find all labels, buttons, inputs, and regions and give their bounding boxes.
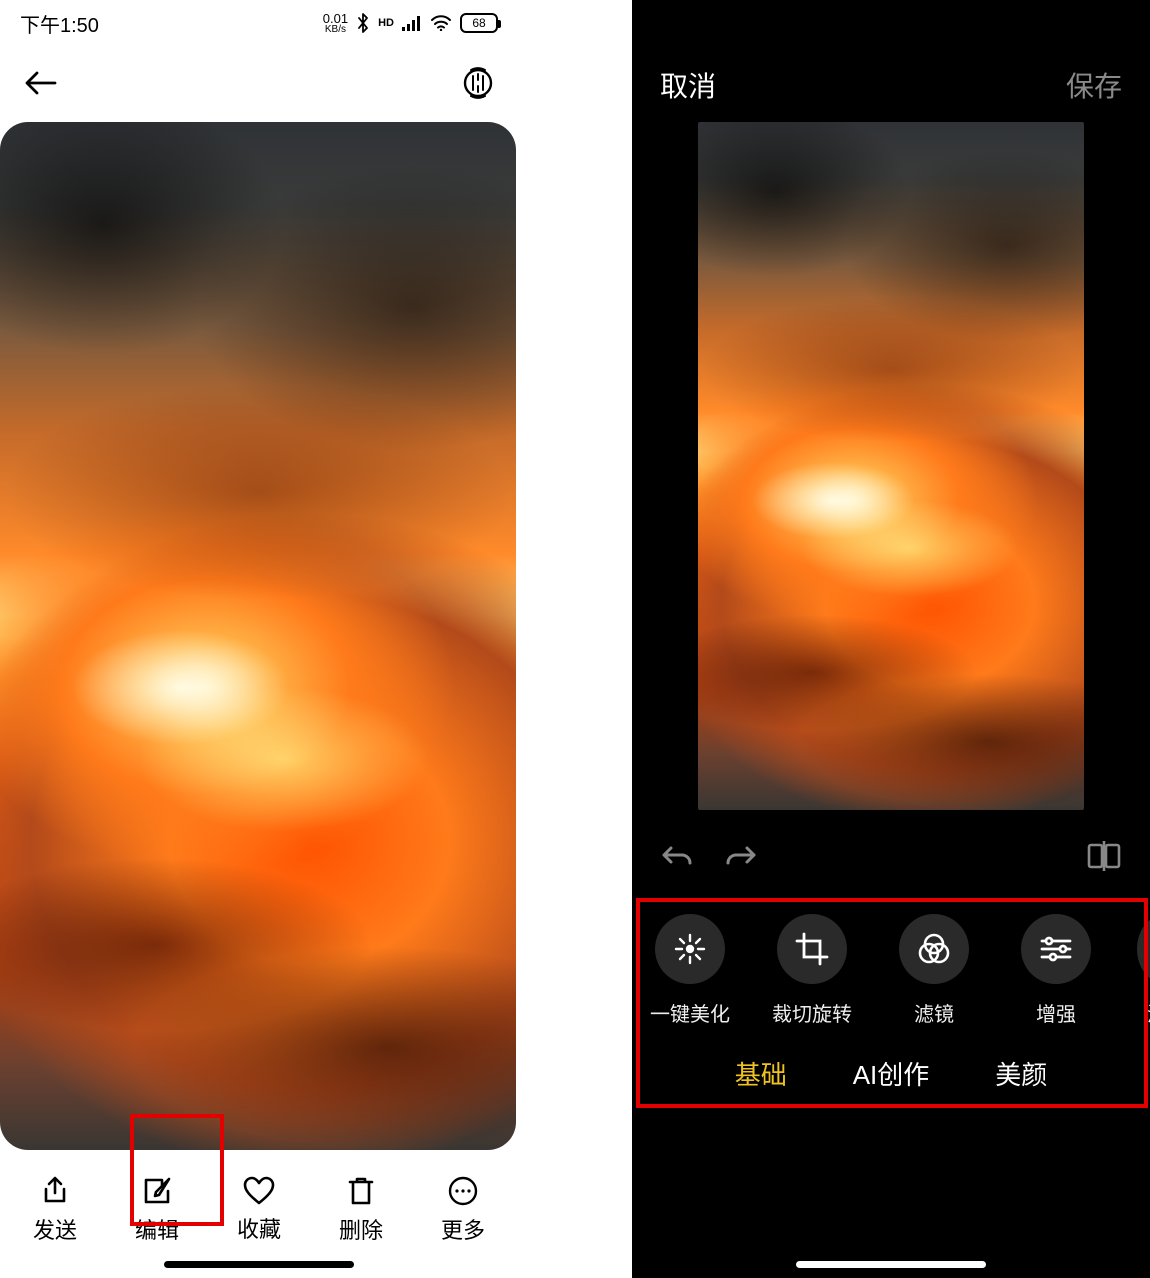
- edit-label: 编辑: [135, 1213, 179, 1245]
- delete-label: 删除: [339, 1213, 383, 1245]
- send-button[interactable]: 发送: [10, 1175, 100, 1245]
- status-right: 0.01 KB/s HD: [323, 12, 498, 35]
- filter-icon: [916, 932, 952, 966]
- send-label: 发送: [33, 1213, 77, 1245]
- share-icon: [39, 1175, 71, 1207]
- trash-icon: [346, 1175, 376, 1207]
- crop-icon: [795, 932, 829, 966]
- compare-button[interactable]: [1086, 841, 1122, 871]
- tool-filter[interactable]: 滤镜: [886, 914, 982, 1027]
- back-button[interactable]: [18, 61, 62, 105]
- bluetooth-icon: [356, 13, 370, 33]
- tool-label: 裁切旋转: [772, 998, 852, 1027]
- tool-label: 一键美化: [650, 998, 730, 1027]
- tab-ai[interactable]: AI创作: [853, 1055, 930, 1092]
- home-indicator[interactable]: [164, 1261, 354, 1268]
- tool-auto-enhance[interactable]: 一键美化: [642, 914, 738, 1027]
- tool-doodle[interactable]: 涂鸦: [1130, 914, 1150, 1027]
- tab-basic[interactable]: 基础: [735, 1055, 787, 1092]
- tools-row[interactable]: 一键美化 裁切旋转: [632, 896, 1150, 1027]
- status-time: 下午1:50: [20, 9, 99, 38]
- undo-button[interactable]: [660, 842, 694, 870]
- spacer: [518, 0, 632, 1278]
- bottom-action-bar: 发送 编辑 收藏 删除: [0, 1150, 518, 1278]
- photo-main[interactable]: [0, 122, 516, 1150]
- network-speed: 0.01 KB/s: [323, 12, 348, 35]
- tool-crop-rotate[interactable]: 裁切旋转: [764, 914, 860, 1027]
- more-button[interactable]: 更多: [418, 1175, 508, 1245]
- tab-beauty[interactable]: 美颜: [995, 1055, 1047, 1092]
- wifi-icon: [430, 15, 452, 31]
- edit-icon: [141, 1175, 173, 1207]
- editor-canvas[interactable]: [698, 122, 1084, 810]
- tool-adjust[interactable]: 增强: [1008, 914, 1104, 1027]
- save-button[interactable]: 保存: [1066, 65, 1122, 105]
- cast-button[interactable]: [456, 61, 500, 105]
- redo-button[interactable]: [724, 842, 758, 870]
- photo-editor-screen: 取消 保存: [632, 0, 1150, 1278]
- tool-label: 滤镜: [914, 998, 954, 1027]
- status-bar: 下午1:50 0.01 KB/s HD: [0, 0, 518, 46]
- more-icon: [447, 1175, 479, 1207]
- top-nav: [0, 46, 518, 120]
- cancel-button[interactable]: 取消: [660, 65, 716, 105]
- favorite-button[interactable]: 收藏: [214, 1176, 304, 1244]
- history-row: [632, 816, 1150, 896]
- sparkle-icon: [673, 932, 707, 966]
- sliders-icon: [1039, 934, 1073, 964]
- battery-indicator: 68: [460, 13, 498, 33]
- delete-button[interactable]: 删除: [316, 1175, 406, 1245]
- photo-viewer-screen: 下午1:50 0.01 KB/s HD: [0, 0, 518, 1278]
- favorite-label: 收藏: [237, 1212, 281, 1244]
- mode-tabs: 基础 AI创作 美颜: [632, 1055, 1150, 1128]
- heart-icon: [242, 1176, 276, 1206]
- hd-indicator: HD: [378, 17, 394, 29]
- signal-icon: [402, 15, 422, 31]
- home-indicator[interactable]: [796, 1261, 986, 1268]
- edit-button[interactable]: 编辑: [112, 1175, 202, 1245]
- more-label: 更多: [441, 1213, 485, 1245]
- tool-label: 增强: [1036, 998, 1076, 1027]
